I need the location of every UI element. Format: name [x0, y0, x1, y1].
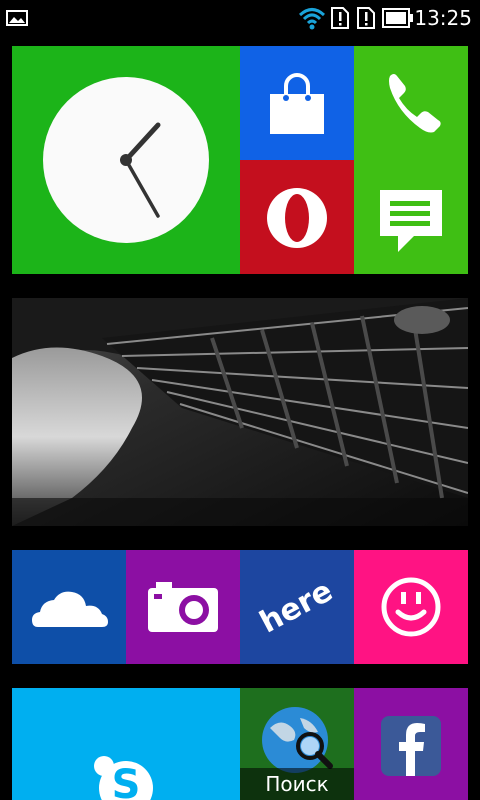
sim1-alert-icon: [330, 6, 350, 34]
smiley-icon: [381, 577, 441, 637]
search-tile[interactable]: Поиск: [240, 688, 354, 800]
onedrive-tile[interactable]: [12, 550, 126, 664]
facebook-tile[interactable]: [354, 688, 468, 800]
status-time: 13:25: [414, 6, 472, 30]
phone-icon: [389, 74, 441, 133]
messages-tile[interactable]: [354, 160, 468, 274]
here-logo-icon: here: [254, 573, 338, 640]
camera-icon: [148, 582, 218, 632]
message-bubble-icon: [380, 190, 442, 252]
search-tile-label: Поиск: [240, 768, 354, 800]
here-maps-tile[interactable]: here: [240, 550, 354, 664]
sim2-alert-icon: [356, 6, 376, 34]
shopping-bag-icon: [270, 73, 324, 134]
guitar-photo: [12, 298, 468, 526]
wifi-icon: [298, 6, 326, 34]
gallery-notification-icon: [6, 10, 28, 30]
skype-icon: S: [94, 756, 153, 800]
clock-face-icon: [43, 77, 209, 243]
opera-tile[interactable]: [240, 160, 354, 274]
store-tile[interactable]: [240, 46, 354, 160]
clock-tile[interactable]: [12, 46, 240, 274]
camera-tile[interactable]: [126, 550, 240, 664]
svg-text:S: S: [112, 762, 141, 800]
phone-tile[interactable]: [354, 46, 468, 160]
guitar-photo-tile[interactable]: [12, 298, 468, 526]
skype-tile[interactable]: S: [12, 688, 240, 800]
opera-icon: [267, 188, 327, 248]
battery-icon: [382, 8, 414, 32]
facebook-icon: [381, 716, 441, 776]
cloud-icon: [32, 591, 108, 627]
status-bar: 13:25: [0, 0, 480, 34]
mixradio-tile[interactable]: [354, 550, 468, 664]
